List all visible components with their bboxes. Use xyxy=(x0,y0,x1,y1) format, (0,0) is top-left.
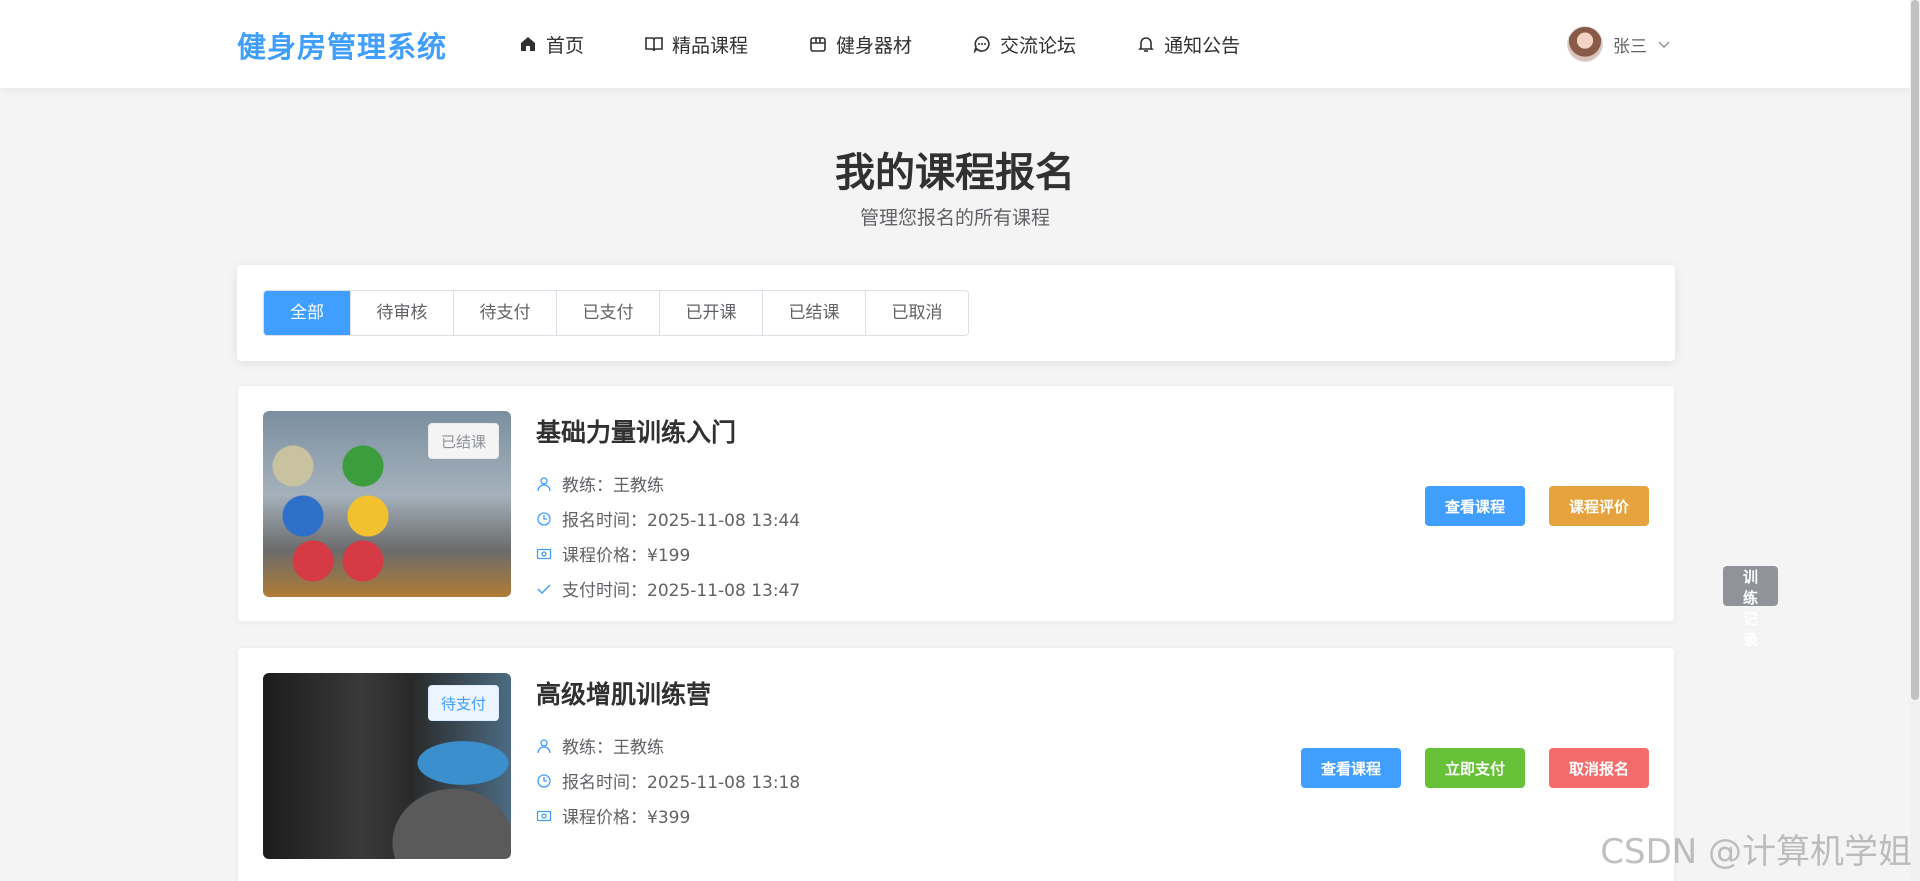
chevron-down-icon xyxy=(1658,41,1670,49)
signup-time-row: 报名时间：2025-11-08 13:18 xyxy=(536,763,800,798)
bell-icon xyxy=(1136,34,1156,54)
signup-time-text: 报名时间：2025-11-08 13:18 xyxy=(562,773,801,793)
tab-pending-review[interactable]: 待审核 xyxy=(350,291,453,335)
tab-started[interactable]: 已开课 xyxy=(659,291,762,335)
nav-item-courses[interactable]: 精品课程 xyxy=(644,31,748,58)
nav-item-home[interactable]: 首页 xyxy=(518,31,584,58)
user-icon xyxy=(536,476,552,492)
status-badge: 待支付 xyxy=(427,685,499,721)
nav-item-notices[interactable]: 通知公告 xyxy=(1136,31,1240,58)
user-name: 张三 xyxy=(1613,36,1647,57)
check-icon xyxy=(536,581,552,597)
brand-logo[interactable]: 健身房管理系统 xyxy=(237,24,447,66)
scrollbar[interactable] xyxy=(1910,0,1920,881)
clock-icon xyxy=(536,511,552,527)
tab-pending-payment[interactable]: 待支付 xyxy=(453,291,556,335)
price-row: 课程价格：¥399 xyxy=(536,798,800,833)
course-image[interactable]: 待支付 xyxy=(263,673,511,859)
course-title: 高级增肌训练营 xyxy=(536,680,712,709)
course-actions: 查看课程 立即支付 取消报名 xyxy=(1277,748,1649,788)
course-info: 教练：王教练 报名时间：2025-11-08 13:44 课程价格：¥199 支… xyxy=(536,466,800,606)
watermark: CSDN @计算机学姐 xyxy=(1600,832,1912,872)
scrollbar-thumb[interactable] xyxy=(1911,0,1919,700)
nav-label: 首页 xyxy=(546,34,585,57)
coach-row: 教练：王教练 xyxy=(536,466,800,501)
price-text: 课程价格：¥199 xyxy=(562,546,691,566)
tab-paid[interactable]: 已支付 xyxy=(556,291,659,335)
page-subtitle: 管理您报名的所有课程 xyxy=(859,207,1050,229)
top-navbar: 健身房管理系统 首页 精品课程 健身器材 交流论坛 通知公告 张三 xyxy=(0,0,1910,88)
user-icon xyxy=(536,738,552,754)
user-menu[interactable]: 张三 xyxy=(1567,26,1671,62)
tab-all[interactable]: 全部 xyxy=(264,291,350,335)
nav-label: 精品课程 xyxy=(672,34,749,57)
pay-now-button[interactable]: 立即支付 xyxy=(1424,748,1525,788)
pay-time-row: 支付时间：2025-11-08 13:47 xyxy=(536,571,800,606)
view-course-button[interactable]: 查看课程 xyxy=(1424,486,1525,526)
tab-finished[interactable]: 已结课 xyxy=(762,291,865,335)
coach-text: 教练：王教练 xyxy=(562,476,664,496)
signup-time-row: 报名时间：2025-11-08 13:44 xyxy=(536,501,800,536)
home-icon xyxy=(518,34,538,54)
price-text: 课程价格：¥399 xyxy=(562,808,691,828)
course-card: 待支付 高级增肌训练营 教练：王教练 报名时间：2025-11-08 13:18… xyxy=(237,647,1675,881)
course-card: 已结课 基础力量训练入门 教练：王教练 报名时间：2025-11-08 13:4… xyxy=(237,385,1778,649)
tab-cancelled[interactable]: 已取消 xyxy=(865,291,968,335)
box-icon xyxy=(808,34,828,54)
view-course-button[interactable]: 查看课程 xyxy=(1300,748,1401,788)
avatar[interactable] xyxy=(1567,26,1603,62)
coach-text: 教练：王教练 xyxy=(562,738,664,758)
nav-label: 交流论坛 xyxy=(1000,34,1077,57)
coach-row: 教练：王教练 xyxy=(536,728,800,763)
money-icon xyxy=(536,546,552,562)
cancel-signup-button[interactable]: 取消报名 xyxy=(1548,748,1649,788)
course-info: 教练：王教练 报名时间：2025-11-08 13:18 课程价格：¥399 xyxy=(536,728,800,833)
signup-time-text: 报名时间：2025-11-08 13:44 xyxy=(562,511,801,531)
nav-label: 通知公告 xyxy=(1164,34,1241,57)
clock-icon xyxy=(536,773,552,789)
price-row: 课程价格：¥199 xyxy=(536,536,800,571)
book-icon xyxy=(644,34,664,54)
chat-icon xyxy=(972,34,992,54)
main-nav: 首页 精品课程 健身器材 交流论坛 通知公告 xyxy=(518,0,1300,88)
course-review-button[interactable]: 课程评价 xyxy=(1548,486,1649,526)
money-icon xyxy=(536,808,552,824)
training-record-button[interactable]: 训练记录 xyxy=(1722,566,1778,649)
course-title: 基础力量训练入门 xyxy=(536,418,737,447)
status-filter-tabs: 全部 待审核 待支付 已支付 已开课 已结课 已取消 xyxy=(263,290,969,336)
course-actions: 查看课程 训练记录 课程评价 xyxy=(1401,486,1778,649)
nav-label: 健身器材 xyxy=(836,34,913,57)
filter-card: 全部 待审核 待支付 已支付 已开课 已结课 已取消 xyxy=(237,265,1675,361)
nav-item-equipment[interactable]: 健身器材 xyxy=(808,31,912,58)
course-image[interactable]: 已结课 xyxy=(263,411,511,597)
nav-item-forum[interactable]: 交流论坛 xyxy=(972,31,1076,58)
status-badge: 已结课 xyxy=(427,423,499,459)
page-title: 我的课程报名 xyxy=(835,150,1075,196)
pay-time-text: 支付时间：2025-11-08 13:47 xyxy=(562,581,801,601)
